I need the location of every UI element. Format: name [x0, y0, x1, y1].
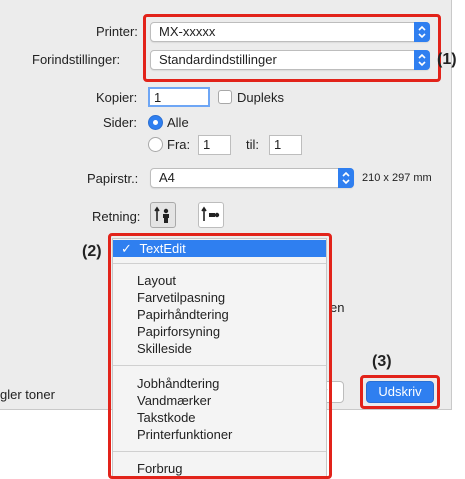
copies-field[interactable]: 1: [148, 87, 210, 107]
callout-2: (2): [82, 243, 102, 260]
pages-all-label: Alle: [167, 115, 189, 130]
pages-to-label: til:: [246, 137, 259, 152]
callout-1: (1): [437, 51, 457, 68]
paper-size-select[interactable]: A4: [150, 168, 354, 188]
highlight-box-printer-presets: [143, 14, 441, 82]
highlight-box-print: [360, 375, 440, 409]
callout-3: (3): [372, 353, 392, 370]
orientation-label: Retning:: [92, 209, 141, 224]
pages-from-label: Fra:: [167, 137, 191, 152]
paper-size-label: Papirstr.:: [87, 171, 139, 186]
paper-size-value: A4: [159, 170, 175, 185]
duplex-checkbox[interactable]: [218, 90, 232, 104]
pages-all-radio[interactable]: [148, 115, 163, 130]
portrait-person-icon: [154, 206, 169, 223]
pages-to-field[interactable]: 1: [269, 135, 302, 155]
duplex-label: Dupleks: [237, 90, 284, 105]
highlight-box-menu: [108, 233, 332, 479]
copies-label: Kopier:: [96, 90, 138, 105]
paper-dimensions: 210 x 297 mm: [362, 172, 432, 184]
portrait-orientation-button[interactable]: [150, 202, 176, 228]
updown-arrows-icon: [338, 168, 354, 188]
printer-label: Printer:: [96, 24, 138, 39]
presets-label: Forindstillinger:: [32, 52, 121, 67]
pages-from-field[interactable]: 1: [198, 135, 231, 155]
landscape-person-icon: [201, 206, 220, 221]
pages-from-radio[interactable]: [148, 137, 163, 152]
pages-label: Sider:: [103, 115, 137, 130]
hidden-text-fragment: en: [330, 300, 345, 315]
landscape-orientation-button[interactable]: [198, 202, 224, 228]
toner-save-fragment: gler toner: [0, 387, 55, 402]
